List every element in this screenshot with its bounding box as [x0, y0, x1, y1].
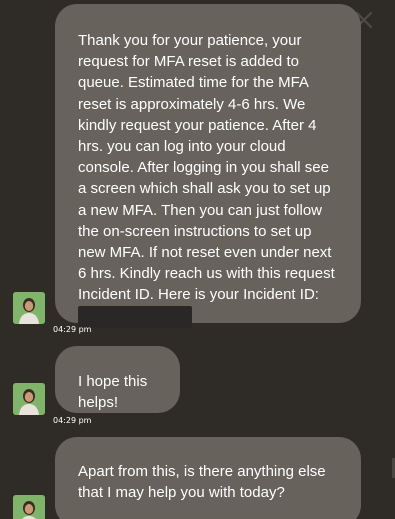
agent-avatar — [13, 383, 45, 415]
agent-message-bubble: Thank you for your patience, your reques… — [55, 4, 361, 328]
message-text: Apart from this, is there anything else … — [78, 463, 326, 502]
message-timestamp: 04:29 pm — [53, 416, 92, 425]
agent-avatar — [13, 292, 45, 324]
message-timestamp: 04:29 pm — [53, 325, 92, 334]
message-text: I hope this helps! — [78, 373, 148, 412]
message-text: Thank you for your patience, your reques… — [78, 32, 335, 304]
agent-message-bubble: I hope this helps! — [55, 346, 180, 413]
agent-avatar — [13, 495, 45, 519]
chat-panel: Thank you for your patience, your reques… — [0, 0, 395, 519]
agent-message-bubble: Apart from this, is there anything else … — [55, 437, 361, 519]
redacted-incident-id — [78, 305, 192, 328]
